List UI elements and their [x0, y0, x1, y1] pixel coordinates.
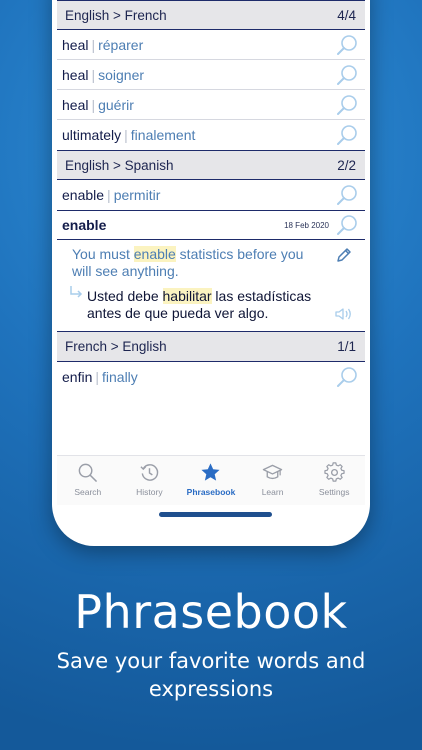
tab-bar: Search History Phrasebook Learn Settings [57, 455, 365, 505]
separator: | [95, 369, 99, 385]
target-word: guérir [98, 96, 134, 113]
source-word: heal [62, 36, 89, 53]
speaker-icon[interactable] [334, 306, 353, 322]
list-item[interactable]: heal | soigner [57, 60, 365, 90]
section-count: 1/1 [337, 339, 356, 354]
app-screen: English > French 4/4 heal | réparer heal | s… [57, 0, 365, 541]
section-title: English > Spanish [65, 157, 174, 173]
separator: | [124, 127, 128, 143]
target-word: soigner [98, 66, 145, 83]
home-indicator [159, 512, 272, 517]
example-sentence-spanish: Usted debe habilitar las estadísticas an… [87, 288, 337, 322]
entry-date: 18 Feb 2020 [284, 220, 329, 230]
tab-label: Phrasebook [186, 487, 236, 497]
phrasebook-list: English > French 4/4 heal | réparer heal | s… [57, 0, 365, 392]
expanded-word: enable [62, 217, 107, 233]
section-title: French > English [65, 339, 167, 354]
promo-headline: Phrasebook [74, 585, 348, 639]
list-item[interactable]: enable | permitir [57, 180, 365, 210]
source-word: enfin [62, 369, 93, 385]
target-word: finalement [130, 127, 196, 143]
source-word: ultimately [62, 127, 122, 143]
tab-settings[interactable]: Settings [303, 456, 365, 505]
source-word: heal [62, 96, 89, 113]
separator: | [91, 96, 96, 113]
target-word: permitir [113, 187, 161, 203]
search-icon[interactable] [335, 93, 359, 117]
separator: | [107, 187, 111, 203]
search-icon[interactable] [335, 183, 359, 207]
separator: | [91, 36, 96, 53]
section-count: 2/2 [337, 157, 356, 173]
graduation-cap-icon [262, 464, 283, 480]
section-header-english-spanish: English > Spanish 2/2 [57, 150, 365, 180]
tab-label: Learn [261, 487, 284, 497]
tab-history[interactable]: History [119, 456, 181, 505]
expanded-entry-header[interactable]: enable 18 Feb 2020 [57, 210, 365, 240]
search-icon [78, 463, 98, 482]
section-header-english-french: English > French 4/4 [57, 0, 365, 30]
target-word: réparer [98, 36, 144, 53]
tab-learn[interactable]: Learn [242, 456, 304, 505]
tab-phrasebook[interactable]: Phrasebook [180, 456, 242, 505]
search-icon[interactable] [335, 63, 359, 87]
highlighted-word: enable [133, 246, 176, 262]
example-text: You must [72, 246, 134, 262]
list-item[interactable]: heal | réparer [57, 30, 365, 60]
source-word: heal [62, 66, 89, 83]
tab-label: History [136, 487, 163, 497]
return-arrow-icon [70, 286, 83, 298]
star-icon [201, 463, 221, 481]
tab-search[interactable]: Search [57, 456, 119, 505]
search-icon[interactable] [335, 213, 359, 237]
target-word: finally [102, 369, 138, 385]
list-item[interactable]: heal | guérir [57, 90, 365, 120]
tab-label: Search [74, 487, 102, 497]
list-item[interactable]: ultimately | finalement [57, 120, 365, 150]
source-word: enable [62, 187, 105, 203]
example-sentence-english: You must enable statistics before you wi… [72, 246, 322, 280]
section-count: 4/4 [337, 7, 356, 23]
search-icon[interactable] [335, 365, 359, 389]
search-icon[interactable] [335, 33, 359, 57]
gear-icon [324, 462, 345, 482]
highlighted-word: habilitar [162, 288, 212, 304]
section-header-french-english: French > English 1/1 [57, 332, 365, 362]
example-panel: You must enable statistics before you wi… [57, 240, 365, 332]
phone-frame: English > French 4/4 heal | réparer heal | s… [52, 0, 370, 546]
history-icon [140, 464, 159, 481]
example-text: Usted debe [87, 288, 163, 304]
list-item[interactable]: enfin | finally [57, 362, 365, 392]
promo-subline: Save your favorite words and expressions [56, 649, 366, 701]
search-icon[interactable] [335, 123, 359, 147]
section-title: English > French [65, 7, 167, 23]
pencil-icon[interactable] [335, 246, 353, 264]
separator: | [91, 66, 96, 83]
tab-label: Settings [318, 487, 350, 497]
